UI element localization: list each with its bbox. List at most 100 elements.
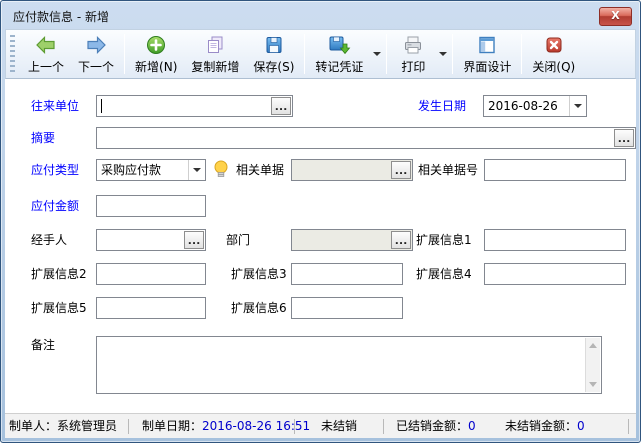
ext-info5-label: 扩展信息5 (31, 297, 87, 319)
payable-amount-input[interactable] (97, 196, 205, 216)
handler-field[interactable]: … (96, 229, 206, 251)
ext-info1-input[interactable] (485, 230, 625, 250)
ext-info4-field[interactable] (484, 263, 626, 285)
contact-unit-input[interactable] (97, 96, 292, 116)
department-browse-button[interactable]: … (391, 231, 411, 249)
ext-info5-field[interactable] (96, 297, 206, 319)
layout-icon (476, 34, 498, 56)
remark-field[interactable] (96, 336, 602, 394)
remark-scrollbar[interactable] (585, 338, 600, 392)
ext-info6-field[interactable] (291, 297, 403, 319)
ext-info6-input[interactable] (292, 298, 402, 318)
post-voucher-dropdown[interactable] (370, 31, 383, 77)
summary-browse-button[interactable]: … (614, 129, 634, 147)
chevron-down-icon (373, 52, 381, 56)
settle-status-badge: 未结销 (321, 414, 357, 439)
ext-info3-input[interactable] (292, 264, 402, 284)
ext-info2-field[interactable] (96, 263, 206, 285)
save-button[interactable]: 保存(S) (246, 31, 301, 77)
create-date-status: 制单日期：2016-08-26 16:51 (142, 414, 310, 439)
ext-info2-label: 扩展信息2 (31, 263, 87, 285)
ext-info4-input[interactable] (485, 264, 625, 284)
department-field: … (291, 229, 413, 251)
statusbar-separator (294, 419, 295, 434)
arrow-right-icon (84, 34, 108, 56)
related-doc-no-label: 相关单据号 (418, 159, 478, 181)
payable-type-combo[interactable]: 采购应付款 (96, 159, 206, 181)
ext-info6-label: 扩展信息6 (231, 297, 287, 319)
close-button[interactable]: 关闭(Q) (525, 31, 582, 77)
post-voucher-button[interactable]: 转记凭证 (308, 31, 370, 77)
ext-info3-label: 扩展信息3 (231, 263, 287, 285)
floppy-arrow-icon (327, 34, 351, 56)
printer-icon (402, 34, 424, 56)
arrow-left-icon (34, 34, 58, 56)
toolbar-grip-handle[interactable] (10, 35, 15, 73)
toolbar-separator (124, 34, 125, 74)
payable-type-label: 应付类型 (31, 159, 79, 181)
remark-label: 备注 (31, 334, 55, 356)
new-button[interactable]: 新增(N) (128, 31, 184, 77)
toolbar-separator (386, 34, 387, 74)
statusbar: 制单人：系统管理员 制单日期：2016-08-26 16:51 未结销 已结销金… (5, 413, 636, 438)
scroll-up-button[interactable] (586, 338, 600, 353)
handler-label: 经手人 (31, 229, 67, 251)
toolbar-separator (521, 34, 522, 74)
summary-field[interactable]: … (96, 127, 636, 149)
creator-status: 制单人：系统管理员 (9, 414, 117, 439)
print-button[interactable]: 打印 (390, 31, 436, 77)
contact-unit-browse-button[interactable]: … (271, 97, 291, 115)
ext-info3-field[interactable] (291, 263, 403, 285)
previous-button[interactable]: 上一个 (21, 31, 71, 77)
toolbar: 上一个 下一个 新增(N) 复制新增 (5, 29, 636, 79)
scroll-down-button[interactable] (586, 377, 600, 392)
lightbulb-icon (213, 159, 229, 184)
contact-unit-label: 往来单位 (31, 95, 79, 117)
payable-type-dropdown-button[interactable] (188, 160, 205, 180)
payable-amount-label: 应付金额 (31, 195, 79, 217)
ext-info4-label: 扩展信息4 (416, 263, 472, 285)
close-red-icon (543, 34, 565, 56)
copy-new-button[interactable]: 复制新增 (184, 31, 246, 77)
payable-amount-field[interactable] (96, 195, 206, 217)
summary-label: 摘要 (31, 127, 55, 149)
occur-date-combo[interactable]: 2016-08-26 (483, 95, 587, 117)
department-label: 部门 (226, 229, 250, 251)
dialog-window: 应付款信息 - 新增 X 上一个 下一个 新增(N) (0, 0, 641, 443)
related-doc-no-input[interactable] (485, 160, 625, 180)
summary-input[interactable] (97, 128, 635, 148)
remark-textarea[interactable] (97, 337, 601, 393)
print-dropdown[interactable] (436, 31, 449, 77)
triangle-up-icon (589, 343, 597, 348)
ext-info5-input[interactable] (97, 298, 205, 318)
occur-date-dropdown-button[interactable] (569, 96, 586, 116)
statusbar-separator (383, 419, 384, 434)
ui-design-button[interactable]: 界面设计 (456, 31, 518, 77)
toolbar-separator (304, 34, 305, 74)
triangle-down-icon (589, 382, 597, 387)
window-title: 应付款信息 - 新增 (13, 8, 109, 25)
statusbar-separator (628, 419, 629, 434)
contact-unit-field[interactable]: … (96, 95, 293, 117)
related-doc-no-field[interactable] (484, 159, 626, 181)
ext-info2-input[interactable] (97, 264, 205, 284)
titlebar[interactable]: 应付款信息 - 新增 X (1, 1, 640, 29)
floppy-icon (263, 34, 285, 56)
chevron-down-icon (574, 104, 582, 108)
titlebar-close-button[interactable]: X (599, 7, 632, 26)
ext-info1-field[interactable] (484, 229, 626, 251)
statusbar-separator (128, 419, 129, 434)
related-doc-browse-button[interactable]: … (391, 161, 411, 179)
toolbar-separator (452, 34, 453, 74)
plus-circle-icon (145, 34, 167, 56)
chevron-down-icon (439, 52, 447, 56)
unsettled-amount-status: 未结销金额：0 (505, 414, 585, 439)
chevron-down-icon (193, 168, 201, 172)
text-caret (101, 99, 102, 113)
next-button[interactable]: 下一个 (71, 31, 121, 77)
form-area: 往来单位 … 发生日期 2016-08-26 摘要 … 应付类型 采购应付款 相… (5, 79, 636, 413)
copy-icon (204, 34, 226, 56)
related-doc-field: … (291, 159, 413, 181)
ext-info1-label: 扩展信息1 (416, 229, 472, 251)
handler-browse-button[interactable]: … (184, 231, 204, 249)
